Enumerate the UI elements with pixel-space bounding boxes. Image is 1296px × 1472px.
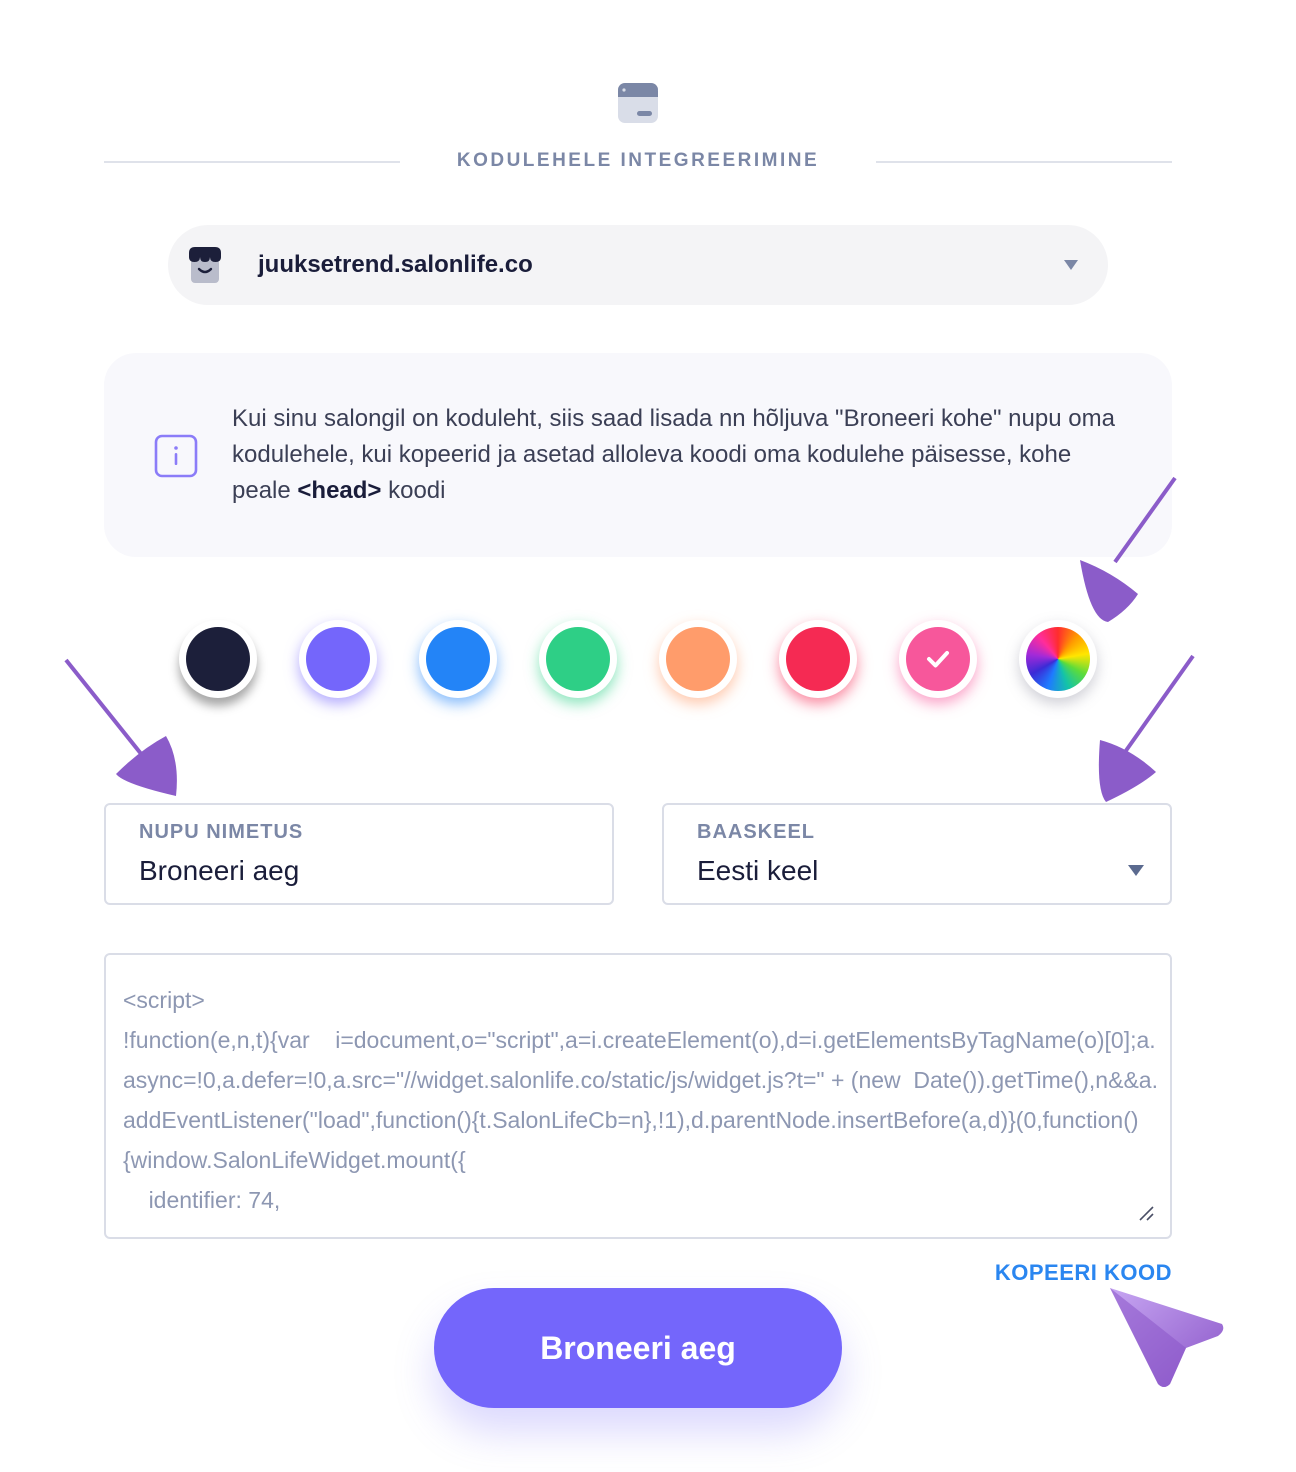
language-label: BAASKEEL	[697, 821, 816, 843]
color-pink-swatch[interactable]	[899, 620, 977, 698]
head-tag: <head>	[297, 477, 382, 504]
info-text: Kui sinu salongil on koduleht, siis saad…	[232, 405, 1115, 504]
chevron-down-icon	[1064, 260, 1078, 270]
divider-right	[876, 161, 1172, 163]
color-red-dot	[786, 627, 850, 691]
checkmark-icon	[927, 651, 949, 668]
color-purple-dot	[306, 627, 370, 691]
color-orange-swatch[interactable]	[659, 620, 737, 698]
language-select[interactable]: BAASKEEL Eesti keel	[662, 803, 1172, 905]
color-navy-dot	[186, 627, 250, 691]
language-value: Eesti keel	[697, 855, 819, 886]
embed-code-textarea[interactable]: <script> !function(e,n,t){var i=document…	[104, 953, 1172, 1239]
embed-code-text[interactable]: <script> !function(e,n,t){var i=document…	[123, 980, 1159, 1220]
color-blue-swatch[interactable]	[419, 620, 497, 698]
button-name-value[interactable]: Broneeri aeg	[139, 855, 299, 887]
chevron-down-icon	[1128, 865, 1144, 876]
copy-code-link[interactable]: KOPEERI KOOD	[995, 1260, 1172, 1286]
color-purple-swatch[interactable]	[299, 620, 377, 698]
book-preview-button[interactable]: Broneeri aeg	[434, 1288, 842, 1408]
button-name-field[interactable]: NUPU NIMETUS Broneeri aeg	[104, 803, 614, 905]
divider-left	[104, 161, 400, 163]
salon-name: juuksetrend.salonlife.co	[258, 251, 533, 278]
annotation-arrows	[64, 476, 1224, 1387]
shop-avatar-icon	[189, 247, 221, 283]
color-custom-wheel-swatch[interactable]	[1019, 620, 1097, 698]
salon-select[interactable]: juuksetrend.salonlife.co	[168, 225, 1108, 305]
info-icon	[154, 434, 198, 478]
color-green-dot	[546, 627, 610, 691]
cursor-pointer-icon	[1110, 1288, 1224, 1387]
browser-window-icon	[618, 83, 658, 123]
color-green-swatch[interactable]	[539, 620, 617, 698]
color-blue-dot	[426, 627, 490, 691]
info-box: Kui sinu salongil on koduleht, siis saad…	[104, 353, 1172, 557]
resize-handle-icon[interactable]	[1138, 1205, 1154, 1221]
color-custom-wheel-dot	[1026, 627, 1090, 691]
button-name-label: NUPU NIMETUS	[139, 821, 304, 843]
color-orange-dot	[666, 627, 730, 691]
section-title: KODULEHELE INTEGREERIMINE	[456, 150, 820, 171]
color-red-swatch[interactable]	[779, 620, 857, 698]
arrow-icon	[64, 658, 177, 796]
color-navy-swatch[interactable]	[179, 620, 257, 698]
arrow-icon	[1098, 654, 1195, 802]
